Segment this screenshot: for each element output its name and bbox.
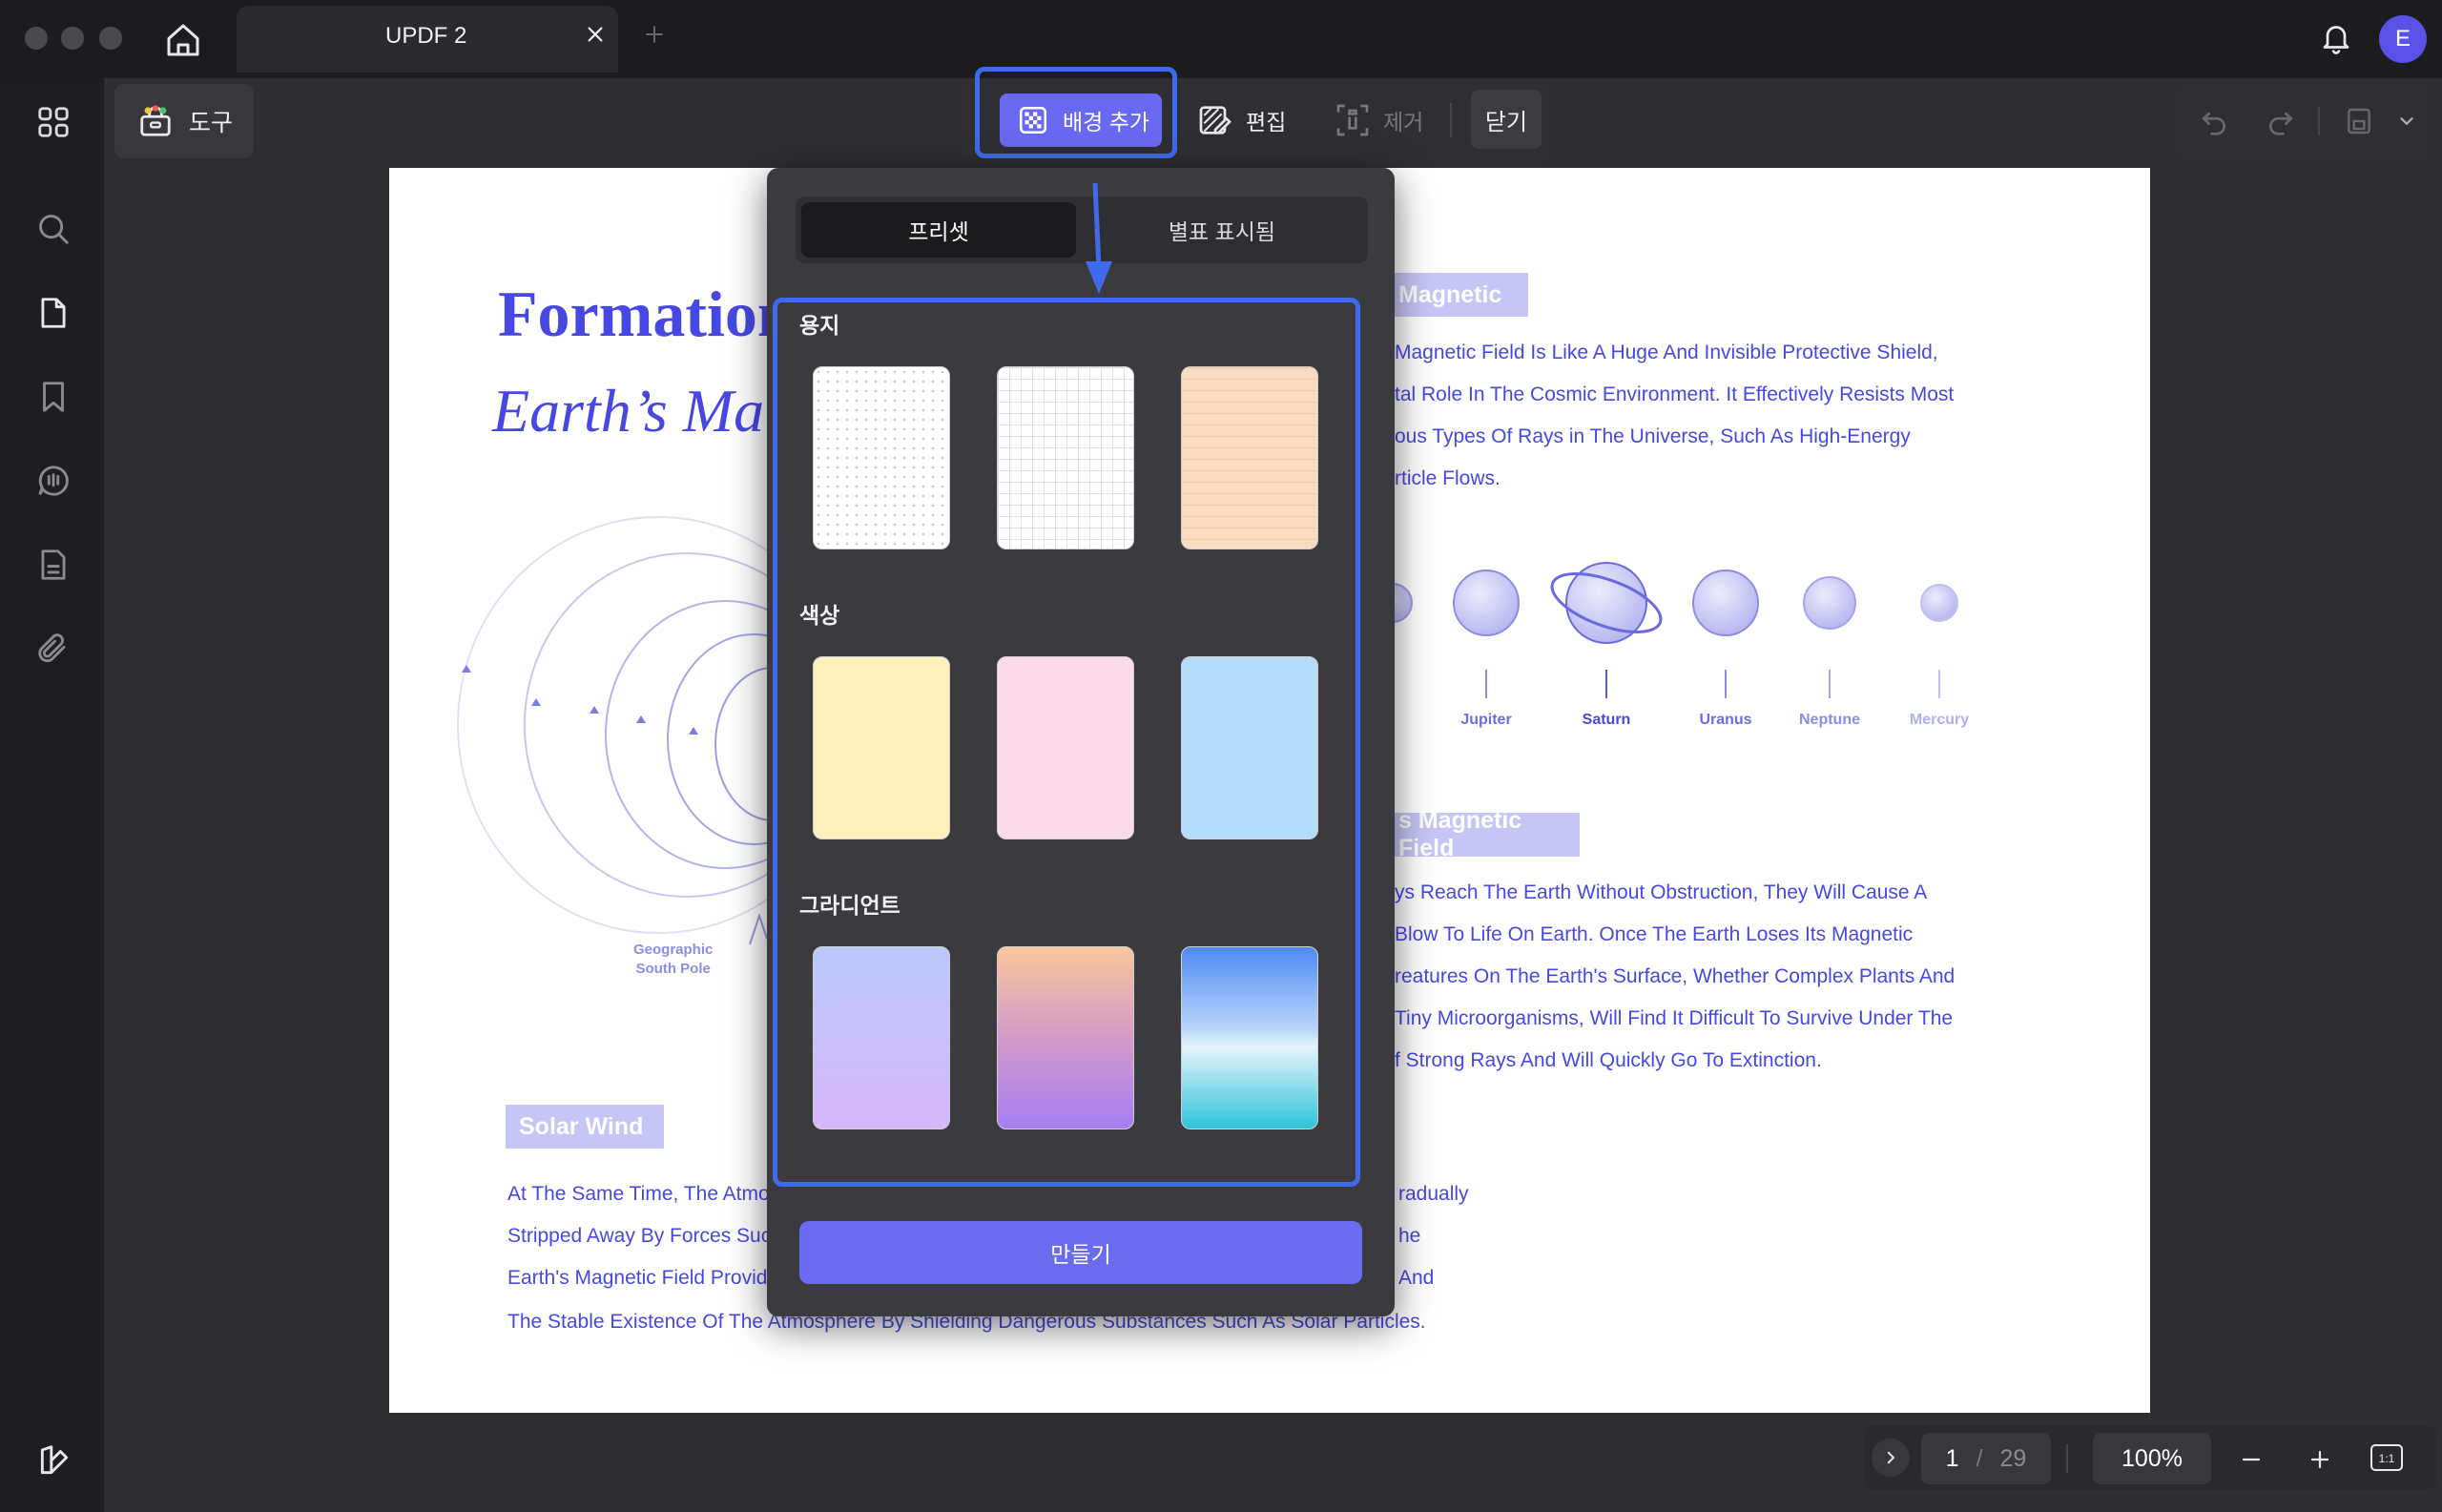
planet-label-saturn: Saturn bbox=[1582, 712, 1631, 728]
current-page: 1 bbox=[1945, 1444, 1959, 1472]
para-bottom-line2-right: he bbox=[1398, 1225, 1421, 1247]
para-mid-line2: Blow To Life On Earth. Once The Earth Lo… bbox=[1395, 923, 1914, 945]
planet-label-jupiter: Jupiter bbox=[1460, 712, 1512, 728]
planet-label-mercury: Mercury bbox=[1909, 712, 1970, 728]
close-tab-icon[interactable] bbox=[580, 19, 610, 50]
document-stack-icon[interactable] bbox=[31, 542, 76, 588]
swatch-color-pink[interactable] bbox=[997, 656, 1134, 839]
home-icon[interactable] bbox=[158, 15, 208, 65]
section-label-gradient: 그라디언트 bbox=[799, 893, 900, 918]
para-top-line2: tal Role In The Cosmic Environment. It E… bbox=[1395, 383, 1955, 405]
pole-label: Geographic South Pole bbox=[633, 941, 713, 979]
planet-label-neptune: Neptune bbox=[1799, 712, 1860, 728]
section-label-color: 색상 bbox=[799, 603, 840, 628]
swatch-dot-grid-paper[interactable] bbox=[813, 366, 950, 549]
actual-size-icon[interactable]: 1:1 bbox=[2368, 1439, 2406, 1477]
magnetic-field-diagram bbox=[457, 516, 773, 945]
user-avatar[interactable]: E bbox=[2379, 15, 2427, 63]
thumbnails-grid-icon[interactable] bbox=[31, 99, 76, 145]
pole-label-line1: Geographic bbox=[633, 942, 714, 958]
tab-starred[interactable]: 별표 표시됨 bbox=[1084, 202, 1360, 258]
redo-icon[interactable] bbox=[2263, 103, 2299, 139]
add-background-highlight bbox=[975, 67, 1177, 158]
remove-label: 제거 bbox=[1383, 110, 1424, 135]
edit-background-button[interactable]: 편집 bbox=[1196, 93, 1301, 147]
para-mid-line5: f Strong Rays And Will Quickly Go To Ext… bbox=[1395, 1049, 1822, 1071]
comments-icon[interactable] bbox=[31, 458, 76, 504]
swatch-gradient-peach-purple[interactable] bbox=[997, 946, 1134, 1129]
para-top-line3: ous Types Of Rays in The Universe, Such … bbox=[1395, 425, 1911, 447]
magnetic-field-badge: s Magnetic Field bbox=[1385, 807, 1580, 861]
bookmark-icon[interactable] bbox=[31, 374, 76, 420]
history-divider bbox=[2318, 107, 2320, 135]
para-bottom-line2-left: Stripped Away By Forces Suc bbox=[507, 1225, 772, 1247]
swatch-color-blue[interactable] bbox=[1181, 656, 1318, 839]
para-mid-line4: Tiny Microorganisms, Will Find It Diffic… bbox=[1395, 1007, 1954, 1029]
toolbar-divider bbox=[1450, 103, 1452, 137]
para-mid-line1: ys Reach The Earth Without Obstruction, … bbox=[1395, 881, 1928, 903]
zoom-in-icon[interactable] bbox=[2301, 1440, 2339, 1479]
search-icon[interactable] bbox=[31, 206, 76, 252]
para-bottom-line1-right: radually bbox=[1398, 1183, 1469, 1205]
magnetic-badge: Magnetic bbox=[1385, 273, 1528, 317]
swatch-lined-peach-paper[interactable] bbox=[1181, 366, 1318, 549]
window-close-dot[interactable] bbox=[25, 27, 48, 50]
nav-divider bbox=[2066, 1444, 2068, 1473]
swatch-color-yellow[interactable] bbox=[813, 656, 950, 839]
attachment-icon[interactable] bbox=[31, 626, 76, 672]
tab-presets[interactable]: 프리셋 bbox=[801, 202, 1076, 258]
tools-button[interactable]: 도구 bbox=[114, 84, 254, 158]
swatch-gradient-blue-purple[interactable] bbox=[813, 946, 950, 1129]
window-zoom-dot[interactable] bbox=[99, 27, 122, 50]
svg-text:1:1: 1:1 bbox=[2379, 1452, 2395, 1465]
para-bottom-line3-left: Earth's Magnetic Field Provid bbox=[507, 1267, 768, 1289]
create-button[interactable]: 만들기 bbox=[799, 1221, 1362, 1284]
total-pages: 29 bbox=[1999, 1444, 2027, 1472]
doc-title-line2: Earth’s Ma bbox=[492, 377, 765, 445]
solar-wind-badge: Solar Wind bbox=[506, 1105, 664, 1149]
remove-icon bbox=[1336, 104, 1369, 136]
edit-label: 편집 bbox=[1246, 110, 1287, 135]
para-bottom-line1-left: At The Same Time, The Atmo bbox=[507, 1183, 770, 1205]
planet-label-uranus: Uranus bbox=[1699, 712, 1752, 728]
expand-chevron-icon[interactable] bbox=[1872, 1439, 1910, 1477]
tools-label: 도구 bbox=[189, 110, 234, 136]
annotation-arrow-icon bbox=[1086, 182, 1112, 294]
window-minimize-dot[interactable] bbox=[61, 27, 84, 50]
save-icon[interactable] bbox=[2341, 103, 2377, 139]
add-tab-icon[interactable] bbox=[639, 19, 670, 50]
zoom-out-icon[interactable] bbox=[2232, 1440, 2270, 1479]
para-top-line4: rticle Flows. bbox=[1395, 467, 1500, 489]
save-options-chevron-icon[interactable] bbox=[2389, 103, 2425, 139]
undo-icon[interactable] bbox=[2196, 103, 2232, 139]
pole-label-line2: South Pole bbox=[635, 961, 711, 977]
notification-bell-icon[interactable] bbox=[2316, 17, 2356, 57]
para-mid-line3: reatures On The Earth's Surface, Whether… bbox=[1395, 965, 1956, 987]
pages-icon[interactable] bbox=[31, 290, 76, 336]
section-label-paper: 용지 bbox=[799, 313, 840, 338]
para-top-line1: Magnetic Field Is Like A Huge And Invisi… bbox=[1395, 342, 1938, 363]
swatch-square-grid-paper[interactable] bbox=[997, 366, 1134, 549]
swatch-gradient-blue-cyan[interactable] bbox=[1181, 946, 1318, 1129]
zoom-level[interactable]: 100% bbox=[2093, 1433, 2211, 1484]
bottom-theme-icon[interactable] bbox=[32, 1439, 76, 1482]
para-bottom-line3-right: And bbox=[1398, 1267, 1435, 1289]
toolbox-icon bbox=[140, 105, 171, 136]
tab-title: UPDF 2 bbox=[385, 23, 467, 49]
remove-background-button[interactable]: 제거 bbox=[1334, 93, 1438, 147]
page-separator: / bbox=[1976, 1444, 1983, 1472]
edit-pattern-icon bbox=[1199, 106, 1231, 135]
close-background-mode-button[interactable]: 닫기 bbox=[1471, 90, 1542, 149]
doc-title-line1: Formation bbox=[498, 278, 794, 350]
page-number-input[interactable]: 1 / 29 bbox=[1921, 1433, 2051, 1484]
